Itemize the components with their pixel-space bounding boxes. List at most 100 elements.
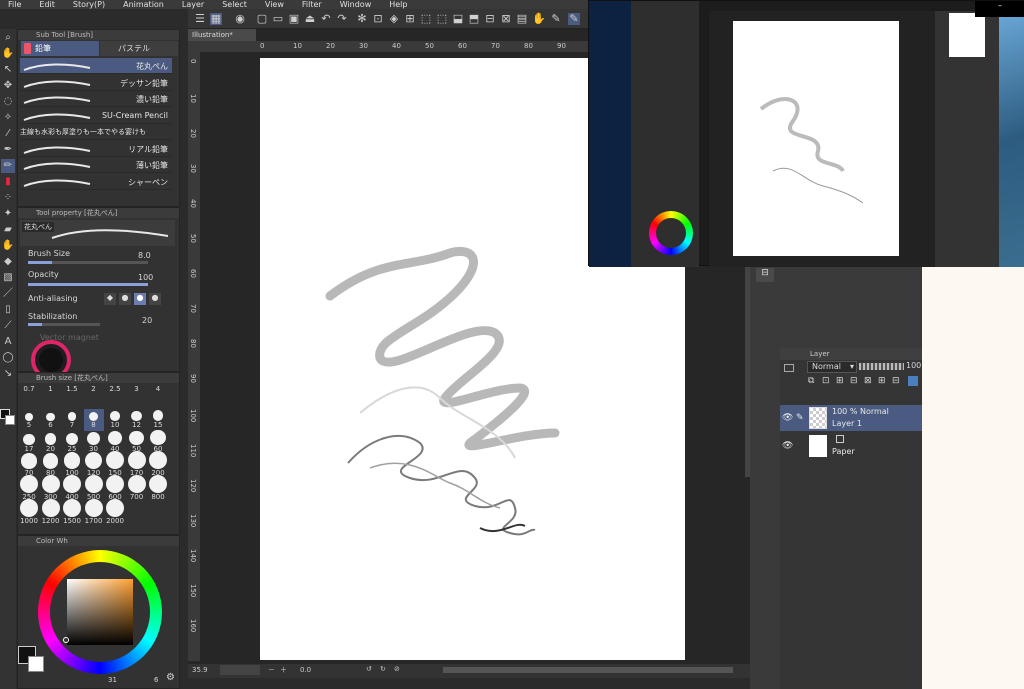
- save-icon[interactable]: ▣: [288, 13, 300, 25]
- loading-icon[interactable]: ✻: [356, 13, 368, 25]
- stabilization-slider[interactable]: [28, 323, 100, 326]
- brush-size-cell[interactable]: 1700: [84, 499, 104, 527]
- invert-selection-icon[interactable]: ⬓: [452, 13, 464, 25]
- correct-line-icon[interactable]: ↘: [1, 367, 15, 381]
- blend-icon[interactable]: ✋: [1, 239, 15, 253]
- brush-size-value[interactable]: 8.0: [138, 251, 151, 260]
- pen-tool-icon[interactable]: ✎: [550, 13, 562, 25]
- rotate-right-icon[interactable]: ↻: [380, 665, 386, 673]
- zoom-in-icon[interactable]: ＋: [280, 665, 287, 675]
- frame-icon[interactable]: ▯: [1, 303, 15, 317]
- lasso-icon[interactable]: ◌: [1, 95, 15, 109]
- navigator-icon[interactable]: ◉: [234, 13, 246, 25]
- menu-help[interactable]: Help: [381, 0, 417, 9]
- eraser-icon[interactable]: ▰: [1, 223, 15, 237]
- brush-size-cell[interactable]: 10: [105, 409, 125, 431]
- brush-size-cell[interactable]: 20: [41, 433, 61, 455]
- brush-item[interactable]: リアル鉛筆: [20, 141, 172, 157]
- fill-icon[interactable]: ◈: [388, 13, 400, 25]
- palette-color-icon[interactable]: [908, 376, 918, 386]
- layer-row-layer1[interactable]: 👁 ✎ 100 % Normal Layer 1: [780, 405, 922, 431]
- visibility-eye-icon[interactable]: 👁: [782, 441, 793, 451]
- new-file-icon[interactable]: ▢: [256, 13, 268, 25]
- lock-transparent-icon[interactable]: ⊠: [864, 376, 872, 386]
- blend-mode-select[interactable]: Normal ▾: [807, 361, 857, 373]
- menu-story[interactable]: Story(P): [65, 0, 115, 9]
- figure-icon[interactable]: ／: [1, 287, 15, 301]
- menu-view[interactable]: View: [257, 0, 294, 9]
- saturation-value-square[interactable]: [67, 579, 133, 645]
- horizontal-scrollbar[interactable]: [443, 667, 733, 673]
- brush-size-cell[interactable]: 6: [41, 409, 61, 431]
- menu-select[interactable]: Select: [214, 0, 257, 9]
- reference-icon[interactable]: ⊡: [822, 376, 830, 386]
- select-all-icon[interactable]: ⬚: [420, 13, 432, 25]
- auto-select-icon[interactable]: ✧: [1, 111, 15, 125]
- ruler-layer-icon[interactable]: ⊟: [892, 376, 900, 386]
- brush-size-cell[interactable]: 15: [148, 409, 168, 431]
- pen-icon[interactable]: ✒: [1, 143, 15, 157]
- layer-row-paper[interactable]: 👁 Paper: [780, 433, 922, 459]
- color-settings-icon[interactable]: ⚙: [166, 672, 175, 683]
- antialias-strong-icon[interactable]: ●: [149, 293, 161, 305]
- eyedropper-icon[interactable]: ⁄: [1, 127, 15, 141]
- brush-active-icon[interactable]: ✎: [568, 13, 580, 25]
- layer-header[interactable]: Layer: [780, 348, 922, 360]
- antialias-medium-icon[interactable]: ●: [134, 293, 146, 305]
- menu-filter[interactable]: Filter: [294, 0, 332, 9]
- brush-item[interactable]: 濃い鉛筆: [20, 91, 172, 107]
- zoom-icon[interactable]: ⌕: [1, 31, 15, 45]
- brush-size-cell[interactable]: 2000: [105, 499, 125, 527]
- brush-size-slider[interactable]: [28, 261, 148, 264]
- export-icon[interactable]: ⏏: [304, 13, 316, 25]
- zoom-slider[interactable]: [220, 665, 260, 675]
- zoom-value[interactable]: 35.9: [192, 666, 208, 674]
- brush-icon[interactable]: ▮: [1, 175, 15, 189]
- ruler-tool-icon[interactable]: ⟋: [1, 319, 15, 333]
- ruler-icon[interactable]: ⊟: [484, 13, 496, 25]
- tab-pastel[interactable]: パステル: [100, 41, 178, 56]
- opacity-bar[interactable]: [859, 363, 904, 370]
- decoration-icon[interactable]: ✦: [1, 207, 15, 221]
- brush-item[interactable]: 花丸ぺん: [20, 58, 172, 74]
- pencil-icon[interactable]: ✏: [1, 159, 15, 173]
- brush-size-cell[interactable]: 1200: [41, 499, 61, 527]
- brush-item[interactable]: 主線も水彩も厚塗りも一本でやる宴けも: [20, 124, 172, 140]
- brush-item[interactable]: 薄い鉛筆: [20, 157, 172, 173]
- visibility-eye-icon[interactable]: 👁: [782, 413, 793, 423]
- tab-illustration[interactable]: Illustration*: [188, 29, 256, 41]
- undo-icon[interactable]: ↶: [320, 13, 332, 25]
- brush-size-cell[interactable]: 4: [148, 385, 168, 407]
- menu-animation[interactable]: Animation: [115, 0, 174, 9]
- airbrush-icon[interactable]: ⁘: [1, 191, 15, 205]
- panel-collapse-icon[interactable]: ⊟: [756, 268, 774, 282]
- antialias-weak-icon[interactable]: ●: [119, 293, 131, 305]
- layer-opacity-value[interactable]: 100: [906, 361, 921, 370]
- zoom-out-icon[interactable]: －: [268, 665, 275, 675]
- brush-size-cell[interactable]: 17: [19, 433, 39, 455]
- snap-icon[interactable]: ⊠: [500, 13, 512, 25]
- redo-icon[interactable]: ↷: [336, 13, 348, 25]
- brush-size-cell[interactable]: 12: [127, 409, 147, 431]
- opacity-slider[interactable]: [28, 283, 148, 286]
- balloon-icon[interactable]: ◯: [1, 351, 15, 365]
- brush-size-cell[interactable]: 2: [84, 385, 104, 407]
- view-mode-icon[interactable]: ▦: [210, 13, 222, 25]
- move-icon[interactable]: ✥: [1, 79, 15, 93]
- hamburger-icon[interactable]: ☰: [194, 13, 206, 25]
- operation-icon[interactable]: ↖: [1, 63, 15, 77]
- brush-size-cell[interactable]: 1500: [62, 499, 82, 527]
- brush-size-cell[interactable]: 1.5: [62, 385, 82, 407]
- clip-icon[interactable]: ⧉: [808, 376, 814, 386]
- brush-size-cell[interactable]: 5: [19, 409, 39, 431]
- gradient-icon[interactable]: ▧: [1, 271, 15, 285]
- stabilization-value[interactable]: 20: [142, 316, 152, 325]
- sub-color-chip[interactable]: [28, 656, 44, 672]
- rotate-left-icon[interactable]: ↺: [366, 665, 372, 673]
- menu-edit[interactable]: Edit: [31, 0, 65, 9]
- lock-icon[interactable]: ⊟: [850, 376, 858, 386]
- brush-size-cell[interactable]: 800: [148, 475, 168, 503]
- grid-icon[interactable]: ▤: [516, 13, 528, 25]
- color-picker-cursor[interactable]: [63, 637, 69, 643]
- mask-icon[interactable]: ⊞: [878, 376, 886, 386]
